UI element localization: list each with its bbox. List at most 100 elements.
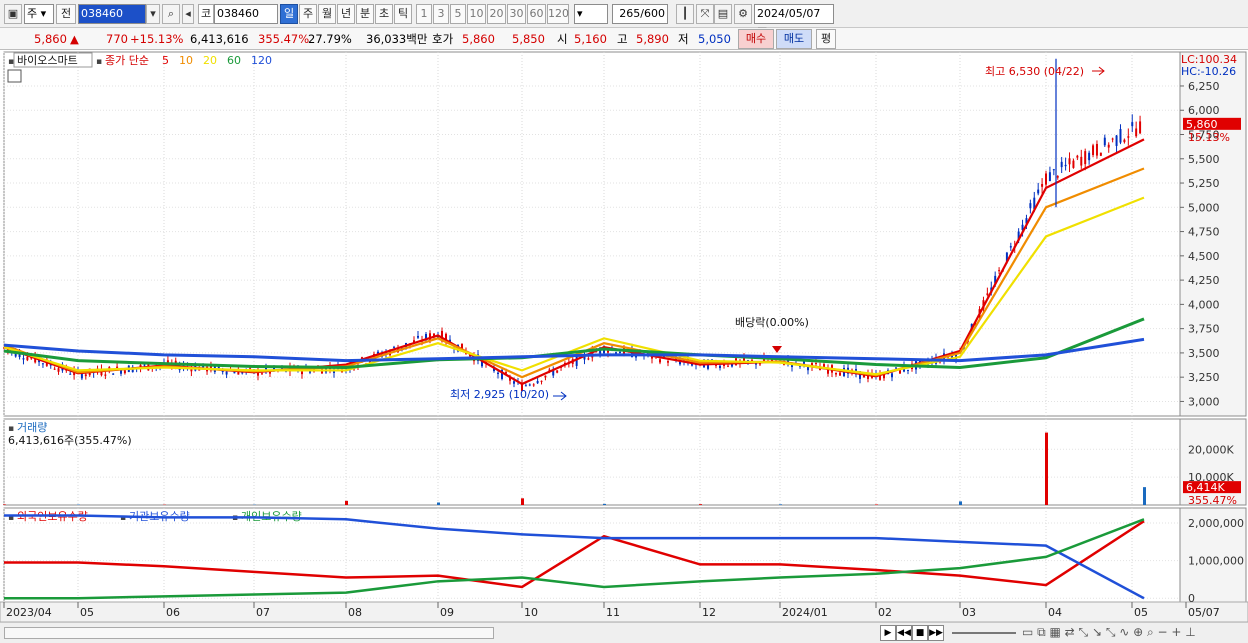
ma-legend-10: 10: [179, 54, 193, 67]
prev-page-icon[interactable]: ◀◀: [896, 625, 912, 641]
turnover-rate: 27.79%: [308, 32, 352, 46]
tools-icon[interactable]: ⤧: [696, 4, 714, 24]
period-4-button[interactable]: 분: [356, 4, 374, 24]
candle-body: [986, 293, 989, 295]
price-tick-label-5: 5,000: [1188, 201, 1220, 214]
main-toolbar: ▣ 주 ▾ 전 038460 ▾ ⌕ ◂ 코 038460 일주월년분초틱 13…: [0, 0, 1248, 38]
holder-bullet-1-icon: ▪: [120, 513, 126, 523]
gear-icon[interactable]: ⚙: [734, 4, 752, 24]
ma-legend-60: 60: [227, 54, 241, 67]
stock-name-field[interactable]: 038460: [214, 4, 278, 24]
interval-10-button[interactable]: 10: [467, 4, 486, 24]
interval-3-button[interactable]: 3: [433, 4, 449, 24]
candle-body: [69, 373, 72, 375]
ma-title-label: 종가 단순: [105, 54, 149, 67]
x-axis-label-9: 2024/01: [782, 606, 828, 619]
period-3-button[interactable]: 년: [337, 4, 355, 24]
vol-bullet-icon: ▪: [8, 424, 14, 434]
scrollbar[interactable]: [4, 627, 494, 639]
play-icon[interactable]: ▶: [880, 625, 896, 641]
buy-button[interactable]: 매수: [738, 29, 774, 49]
prev-button[interactable]: 전: [56, 4, 76, 24]
candle-body: [57, 368, 60, 372]
candle-body: [540, 380, 543, 382]
price-tick-label-9: 4,000: [1188, 298, 1220, 311]
price-tick-label-11: 3,500: [1188, 347, 1220, 360]
candle-body: [998, 270, 1001, 272]
candle-body: [393, 346, 395, 348]
period-5-button[interactable]: 초: [375, 4, 393, 24]
candle-body: [552, 370, 555, 376]
current-price: 5,860: [34, 32, 67, 46]
next-page-icon[interactable]: ▶▶: [928, 625, 944, 641]
candle-body: [1127, 136, 1130, 138]
tool-icons[interactable]: ▭ ⧉ ▦ ⇄ ⤡ ↘ ⤡ ∿ ⊕ ⌕ − + ⊥: [1022, 625, 1196, 640]
window-icon[interactable]: ▣: [4, 4, 22, 24]
candle-body: [667, 361, 669, 363]
period-0-button[interactable]: 일: [280, 4, 298, 24]
price-tick-label-1: 6,000: [1188, 104, 1220, 117]
open-price: 5,160: [574, 32, 607, 46]
period-1-button[interactable]: 주: [299, 4, 317, 24]
candle-body: [1060, 161, 1063, 168]
interval-120-button[interactable]: 120: [547, 4, 569, 24]
candle-body: [1052, 169, 1055, 171]
candle-icon[interactable]: ┃: [676, 4, 694, 24]
volume-bar-6: [521, 498, 524, 505]
candle-body: [1139, 121, 1142, 134]
x-axis-label-8: 12: [702, 606, 716, 619]
chart-background: [0, 50, 1248, 622]
candle-body: [1056, 176, 1059, 178]
bid-price: 5,850: [512, 32, 545, 46]
interval-1-button[interactable]: 1: [416, 4, 432, 24]
candle-body: [1048, 172, 1051, 182]
candle-body: [1115, 135, 1118, 146]
candle-body: [1029, 203, 1032, 209]
x-axis-label-7: 11: [606, 606, 620, 619]
interval-20-button[interactable]: 20: [487, 4, 506, 24]
period-2-button[interactable]: 월: [318, 4, 336, 24]
candle-body: [1041, 184, 1044, 187]
date-value: 2024/05/07: [757, 7, 821, 20]
volume-bar-5: [437, 502, 440, 505]
chart-area: 2023/04 05 06 07 08 09 10 11 12 2024/01 02 03 04 05 05…: [0, 50, 1248, 622]
volume-bar-7: [603, 503, 606, 505]
sell-button[interactable]: 매도: [776, 29, 812, 49]
candle-body: [1072, 160, 1075, 168]
candle-body: [839, 372, 841, 376]
code-dropdown-icon[interactable]: ▾: [146, 4, 160, 24]
interval-dropdown[interactable]: ▾: [574, 4, 608, 24]
eval-button[interactable]: 평: [816, 29, 836, 49]
candle-body: [575, 356, 578, 366]
code-input[interactable]: 038460: [78, 4, 146, 24]
interval-60-button[interactable]: 60: [527, 4, 546, 24]
zoom-slider[interactable]: [952, 632, 1016, 634]
x-axis-label-3: 07: [256, 606, 270, 619]
period-6-button[interactable]: 틱: [394, 4, 412, 24]
legend-bullet-icon: ▪: [8, 57, 14, 67]
candle-body: [84, 374, 87, 377]
candle-body: [1068, 158, 1071, 165]
price-tick-label-0: 6,250: [1188, 80, 1220, 93]
stop-icon[interactable]: ■: [912, 625, 928, 641]
volume-bar-10: [875, 504, 878, 505]
interval-30-button[interactable]: 30: [507, 4, 526, 24]
period-type-select[interactable]: 주 ▾: [24, 4, 54, 24]
candle-body: [225, 371, 228, 375]
search-icon[interactable]: ⌕: [162, 4, 180, 24]
save-icon[interactable]: ▤: [714, 4, 732, 24]
candle-body: [1064, 164, 1067, 167]
candle-body: [1084, 151, 1087, 165]
volume-bar-9: [779, 504, 782, 505]
x-axis-label-0: 2023/04: [6, 606, 52, 619]
date-input[interactable]: 2024/05/07 ▦: [754, 4, 834, 38]
count-max: /600: [640, 7, 665, 20]
candle-body: [556, 370, 559, 373]
interval-5-button[interactable]: 5: [450, 4, 466, 24]
count-input[interactable]: 265/600: [612, 4, 668, 24]
low-annotation: 최저 2,925 (10/20): [450, 388, 549, 401]
speaker-icon[interactable]: ◂: [182, 4, 194, 24]
price-tick-label-8: 4,250: [1188, 274, 1220, 287]
trade-amount: 36,033백만: [366, 32, 428, 46]
open-label: 시: [557, 32, 568, 46]
